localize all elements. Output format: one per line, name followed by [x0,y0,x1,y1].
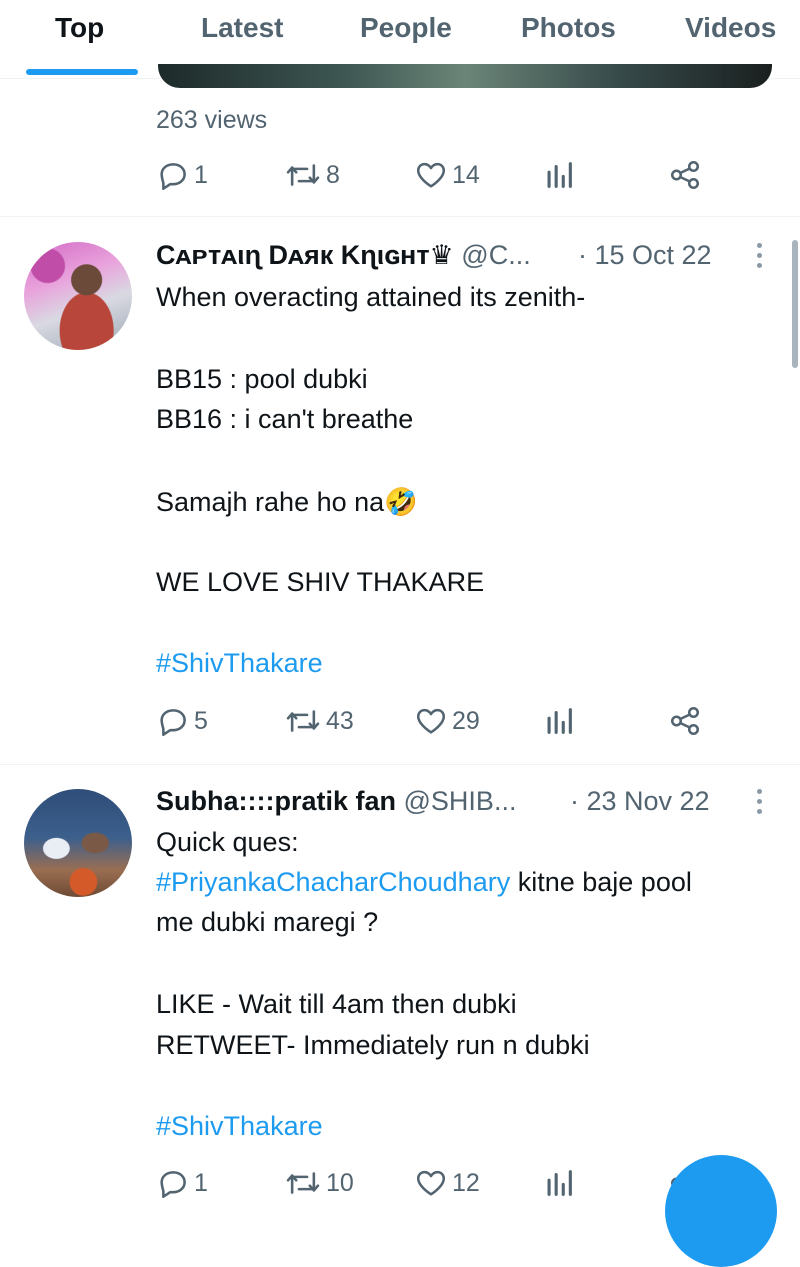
scrollbar[interactable] [792,240,798,368]
compose-button[interactable] [665,1155,777,1267]
tweet-media[interactable] [158,60,772,88]
more-button[interactable] [752,789,766,815]
retweet-button[interactable]: 8 [284,158,340,192]
tweet-text-line: LIKE - Wait till 4am then dubki [156,989,517,1019]
tab-videos[interactable]: Videos [685,12,776,44]
heart-icon [416,708,446,734]
share-icon [670,160,700,190]
tweet-header: Cᴀᴘᴛᴀιɳ Dᴀяк Kɳιɢʜᴛ♛ @C... [156,240,531,271]
heart-icon [416,1170,446,1196]
reply-icon [160,163,186,191]
tweet-text-line: BB16 : i can't breathe [156,404,414,434]
hashtag-link[interactable]: #PriyankaChacharChoudhary [156,867,510,897]
retweet-count: 8 [326,160,340,189]
tweet-divider [0,764,800,765]
hashtag-link[interactable]: #ShivThakare [156,1111,323,1142]
tweet-text-fragment: kitne baje pool [510,867,692,897]
reply-count: 1 [194,160,208,189]
tab-people[interactable]: People [360,12,452,44]
tweet-text-line: WE LOVE SHIV THAKARE [156,567,485,597]
reply-button[interactable]: 1 [156,158,208,192]
tweet-text-line: me dubki maregi ? [156,907,379,937]
reply-icon [160,709,186,737]
heart-icon [416,162,446,188]
retweet-count: 43 [326,706,354,735]
retweet-button[interactable]: 10 [284,1166,354,1200]
reply-button[interactable]: 1 [156,1166,208,1200]
retweet-count: 10 [326,1168,354,1197]
tweet-text-line: #PriyankaChacharChoudhary kitne baje poo… [156,867,692,898]
like-button[interactable]: 12 [414,1166,480,1200]
tweet-header: Subha::::pratik fan @SHIB... [156,786,516,817]
tweet-divider [0,216,800,217]
retweet-icon [286,164,320,186]
user-display-name[interactable]: Cᴀᴘᴛᴀιɳ Dᴀяк Kɳιɢʜᴛ♛ [156,240,454,270]
reply-icon [160,1171,186,1199]
tweet-text-line: RETWEET- Immediately run n dubki [156,1030,590,1060]
avatar[interactable] [24,789,132,897]
reply-button[interactable]: 5 [156,704,208,738]
share-button[interactable] [668,704,702,738]
tweet-date[interactable]: · 15 Oct 22 [578,240,712,271]
more-button[interactable] [752,243,766,269]
like-button[interactable]: 29 [414,704,480,738]
analytics-icon [547,162,572,188]
tweet-actions: 1 8 14 [156,158,756,198]
analytics-icon [547,708,572,734]
user-handle[interactable]: @SHIB... [404,786,517,816]
views-button[interactable] [544,1166,574,1200]
retweet-icon [286,1172,320,1194]
user-handle[interactable]: @C... [461,240,530,270]
tab-top[interactable]: Top [55,12,104,44]
like-button[interactable]: 14 [414,158,480,192]
retweet-button[interactable]: 43 [284,704,354,738]
tweet-text-line: Samajh rahe ho na🤣 [156,487,418,517]
like-count: 14 [452,160,480,189]
analytics-icon [547,1170,572,1196]
avatar[interactable] [24,242,132,350]
tweet-text-line: When overacting attained its zenith- [156,282,586,312]
tab-photos[interactable]: Photos [521,12,616,44]
reply-count: 1 [194,1168,208,1197]
tweet-text-line: BB15 : pool dubki [156,364,368,394]
tweet-text-line: Quick ques: [156,827,299,857]
reply-count: 5 [194,706,208,735]
hashtag-link[interactable]: #ShivThakare [156,648,323,679]
share-button[interactable] [668,158,702,192]
tweet-actions: 5 43 29 [156,704,756,744]
views-button[interactable] [544,704,574,738]
retweet-icon [286,710,320,732]
views-button[interactable] [544,158,574,192]
share-icon [670,706,700,736]
like-count: 12 [452,1168,480,1197]
active-tab-indicator [26,69,138,75]
like-count: 29 [452,706,480,735]
tab-latest[interactable]: Latest [201,12,283,44]
view-count: 263 views [156,106,268,134]
tweet-date[interactable]: · 23 Nov 22 [570,786,710,817]
user-display-name[interactable]: Subha::::pratik fan [156,786,396,816]
